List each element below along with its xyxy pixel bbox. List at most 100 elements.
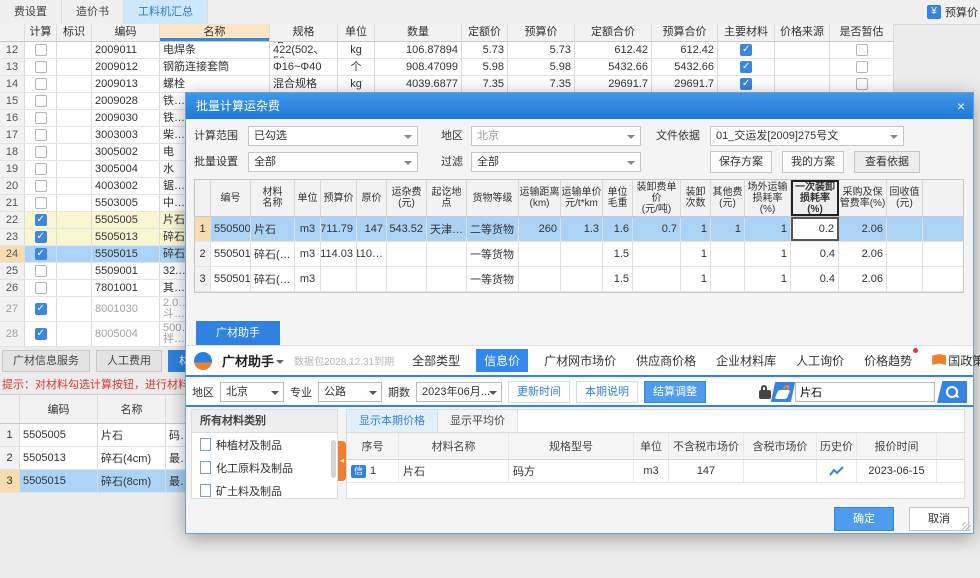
column-header-unit[interactable]: 单位 (295, 180, 321, 216)
nav-enterprise-library[interactable]: 企业材料库 (712, 349, 780, 372)
recovery-value-cell[interactable] (887, 242, 923, 266)
calc-checkbox-cell[interactable] (25, 59, 57, 75)
column-header-transport-fee[interactable]: 运杂费 (元) (387, 180, 427, 216)
distance-cell[interactable]: 260 (519, 217, 561, 241)
code-cell[interactable]: 5505005 (92, 212, 160, 228)
transport-unit-price-cell[interactable] (561, 267, 603, 291)
code-cell[interactable]: 5503005 (92, 195, 160, 211)
code-cell[interactable]: 8005004 (92, 322, 160, 346)
calc-checkbox[interactable] (35, 328, 47, 340)
mark-cell[interactable] (57, 161, 92, 177)
period-note-button[interactable]: 本期说明 (576, 381, 638, 403)
unit-cell[interactable]: m3 (295, 217, 321, 241)
column-header-budget-price[interactable]: 预算价 (321, 180, 357, 216)
column-header-main-material[interactable]: 主要材料 (718, 24, 775, 41)
region-select[interactable]: 北京 (220, 382, 284, 402)
price-excl-tax-cell[interactable]: 147 (669, 460, 744, 482)
mark-cell[interactable] (57, 59, 92, 75)
code-cell[interactable]: 3005002 (92, 144, 160, 160)
provisional-cell[interactable] (830, 42, 894, 58)
code-cell[interactable]: 5505013 (20, 447, 98, 469)
calc-checkbox-cell[interactable] (25, 144, 57, 160)
quota-price-cell[interactable]: 5.73 (462, 42, 508, 58)
column-header-recovery-value[interactable]: 回收值 (元) (887, 180, 923, 216)
column-header-procurement-rate[interactable]: 采购及保 管费率(%) (839, 180, 887, 216)
resize-grip[interactable] (962, 522, 971, 531)
column-header-unit[interactable]: 单位 (634, 433, 669, 459)
column-header-origin[interactable]: 起讫地点 (427, 180, 467, 216)
calc-checkbox[interactable] (35, 180, 47, 192)
unit-cell[interactable]: m3 (295, 242, 321, 266)
column-header-offsite-loss-rate[interactable]: 场外运输 损耗率(%) (745, 180, 791, 216)
code-cell[interactable]: 5505015 (92, 246, 160, 262)
calc-checkbox[interactable] (35, 146, 47, 158)
filter-select[interactable]: 全部 (471, 152, 641, 172)
table-row[interactable]: 13 2009012 钢筋连接套筒 Φ16~Φ40 个 908.47099 5.… (0, 59, 894, 76)
save-plan-button[interactable]: 保存方案 (710, 151, 772, 173)
material-name-cell[interactable]: 片石 (399, 460, 509, 482)
price-incl-tax-cell[interactable] (744, 460, 817, 482)
budget-price-cell[interactable]: 114.03 (321, 242, 357, 266)
main-material-checkbox[interactable] (740, 61, 752, 73)
my-plan-button[interactable]: 我的方案 (782, 151, 844, 173)
transport-fee-cell[interactable]: 543.52 (387, 217, 427, 241)
category-item-mineral[interactable]: 矿土料及制品 (192, 479, 337, 502)
code-cell[interactable]: 5505015 (20, 470, 98, 492)
scrollbar-thumb[interactable] (331, 440, 336, 478)
panel-collapse-handle[interactable]: ◂ (338, 441, 346, 481)
other-fee-cell[interactable] (711, 242, 745, 266)
file-basis-select[interactable]: 01_交运发[2009]275号文 (710, 126, 904, 146)
calc-checkbox-cell[interactable] (25, 127, 57, 143)
column-header-cargo-class[interactable]: 货物等级 (467, 180, 519, 216)
origin-cell[interactable] (427, 242, 467, 266)
handling-loss-rate-cell[interactable]: 0.4 (791, 267, 839, 291)
base-price-cell[interactable]: 110… (357, 242, 387, 266)
budget-total-cell[interactable]: 29691.7 (652, 76, 718, 92)
list-item[interactable]: 1 5505005 片石 码… (0, 424, 186, 447)
main-material-checkbox[interactable] (740, 78, 752, 90)
unit-cell[interactable]: kg (338, 42, 375, 58)
quota-price-cell[interactable]: 7.35 (462, 76, 508, 92)
calc-checkbox-cell[interactable] (25, 93, 57, 109)
calc-checkbox-cell[interactable] (25, 42, 57, 58)
cargo-class-cell[interactable]: 二等货物 (467, 217, 519, 241)
distance-cell[interactable] (519, 242, 561, 266)
calc-checkbox[interactable] (35, 95, 47, 107)
mark-cell[interactable] (57, 212, 92, 228)
tab-pricing-book[interactable]: 造价书 (62, 0, 124, 24)
calc-checkbox-cell[interactable] (25, 195, 57, 211)
column-header-base-price[interactable]: 原价 (357, 180, 387, 216)
origin-cell[interactable]: 天津… (427, 217, 467, 241)
mark-cell[interactable] (57, 144, 92, 160)
calc-checkbox-cell[interactable] (25, 297, 57, 321)
unit-weight-cell[interactable]: 1.6 (603, 217, 633, 241)
budget-total-cell[interactable]: 5432.66 (652, 59, 718, 75)
major-select[interactable]: 公路 (318, 382, 382, 402)
transport-unit-price-cell[interactable]: 1.3 (561, 217, 603, 241)
tab-labor-cost[interactable]: 人工费用 (96, 350, 162, 372)
price-source-cell[interactable] (775, 59, 830, 75)
transport-fee-cell[interactable] (387, 267, 427, 291)
unit-weight-cell[interactable]: 1.5 (603, 242, 633, 266)
column-header-quota-price[interactable]: 定额价 (462, 24, 508, 41)
column-header-code[interactable]: 编号 (211, 180, 251, 216)
budget-price-mode[interactable]: ¥ 预算价 (927, 4, 978, 20)
column-header-history-price[interactable]: 历史价 (817, 433, 857, 459)
mark-cell[interactable] (57, 280, 92, 296)
unit-cell[interactable]: m3 (634, 460, 669, 482)
list-item[interactable]: 3 5505015 碎石(8cm) 最… (0, 470, 186, 493)
price-table-row[interactable]: 信1 片石 码方 m3 147 2023-06-15 (347, 460, 964, 483)
provisional-checkbox[interactable] (856, 61, 868, 73)
calc-checkbox[interactable] (35, 78, 47, 90)
quota-price-cell[interactable]: 5.98 (462, 59, 508, 75)
calc-checkbox[interactable] (35, 282, 47, 294)
column-header-unit-weight[interactable]: 单位 毛重 (603, 180, 633, 216)
unit-cell[interactable]: kg (338, 76, 375, 92)
provisional-cell[interactable] (830, 76, 894, 92)
trend-chart-icon[interactable] (829, 465, 845, 477)
code-cell[interactable]: 7801001 (92, 280, 160, 296)
column-header-handling-times[interactable]: 装卸 次数 (681, 180, 711, 216)
handling-unit-price-cell[interactable] (633, 267, 681, 291)
calc-checkbox[interactable] (35, 303, 47, 315)
spec-cell[interactable]: Φ16~Φ40 (270, 59, 338, 75)
